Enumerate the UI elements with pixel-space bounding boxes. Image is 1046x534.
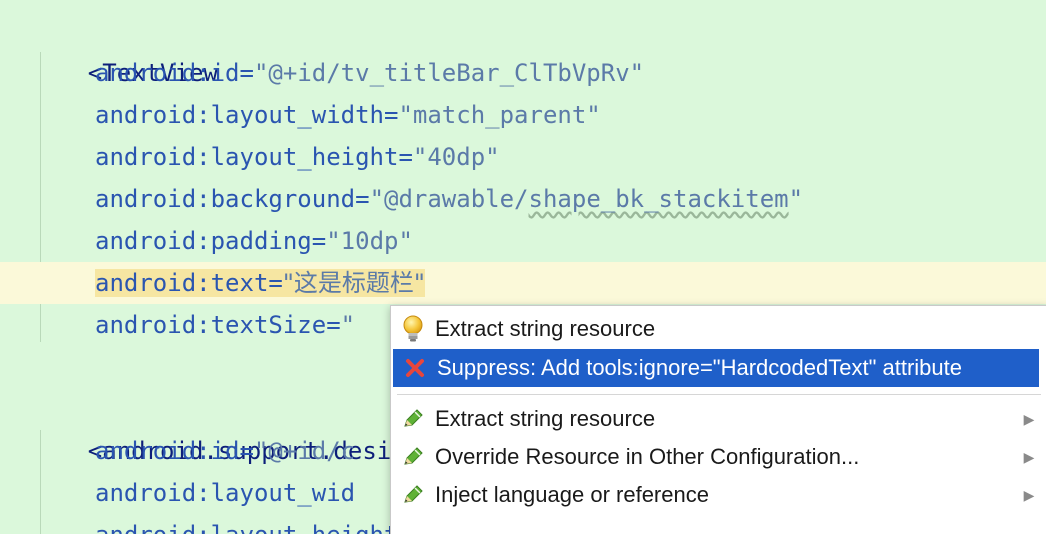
attr-equals: =	[355, 185, 370, 213]
lightbulb-icon	[391, 310, 435, 348]
code-line[interactable]: <TextView	[30, 10, 218, 87]
attr-namespace: android	[95, 437, 197, 465]
code-line[interactable]: android:id="@+id/tv_titleBar_ClTbVpRv"	[95, 52, 644, 94]
menu-item-label: Inject language or reference	[435, 482, 709, 507]
attr-value: "@+id/tv_titleBar_ClTbVpRv"	[253, 59, 645, 87]
code-line-current[interactable]: android:text="这是标题栏"	[95, 262, 425, 304]
pencil-icon	[391, 438, 435, 476]
attr-namespace: android	[95, 143, 197, 171]
attr-equals: =	[239, 437, 254, 465]
attr-name: layout_wid	[210, 479, 356, 507]
attr-namespace: android	[95, 269, 197, 297]
code-line[interactable]: android:background="@drawable/shape_bk_s…	[95, 178, 803, 220]
attr-value: "match_parent"	[398, 101, 601, 129]
attr-namespace: android	[95, 311, 197, 339]
attr-name: layout_width	[210, 101, 384, 129]
menu-separator	[397, 394, 1041, 395]
attr-namespace: android	[95, 185, 197, 213]
menu-item-label: Override Resource in Other Configuration…	[435, 444, 860, 469]
attr-namespace: android	[95, 227, 197, 255]
menu-item-suppress[interactable]: Suppress: Add tools:ignore="HardcodedTex…	[393, 349, 1039, 387]
attr-namespace: android	[95, 59, 197, 87]
pencil-icon	[391, 476, 435, 514]
code-editor[interactable]: <TextView android:id="@+id/tv_titleBar_C…	[0, 0, 1046, 534]
attr-value: "@+id/c	[253, 437, 356, 465]
attr-value-prefix: "@drawable/	[369, 185, 529, 213]
attr-name: id	[210, 59, 240, 87]
code-line[interactable]: android:layout_wid	[95, 472, 355, 514]
attr-name: background	[210, 185, 356, 213]
code-line[interactable]: android:id="@+id/c	[95, 430, 355, 472]
attr-equals: =	[239, 59, 254, 87]
menu-item-label: Extract string resource	[435, 406, 656, 431]
attr-name: text	[210, 269, 269, 297]
attr-equals: =	[311, 227, 327, 255]
attr-value: "10dp"	[326, 227, 413, 255]
attr-value: "40dp"	[412, 143, 500, 171]
submenu-arrow-icon: ▶	[1023, 410, 1035, 427]
submenu-arrow-icon: ▶	[1023, 448, 1035, 465]
code-line[interactable]: android:layout_width="match_parent"	[95, 94, 601, 136]
menu-item-extract-string[interactable]: Extract string resource	[391, 310, 1046, 348]
warning-highlight: android:text="这是标题栏"	[95, 269, 425, 297]
code-line[interactable]: <android.support.desig	[30, 388, 406, 465]
attr-value-suffix: "	[788, 185, 804, 213]
menu-item-extract-string-submenu[interactable]: Extract string resource ▶	[391, 400, 1046, 438]
code-line[interactable]: android:padding="10dp"	[95, 220, 413, 262]
menu-item-override-resource[interactable]: Override Resource in Other Configuration…	[391, 438, 1046, 476]
red-x-icon	[393, 349, 437, 387]
pencil-icon	[391, 400, 435, 438]
menu-item-inject-language[interactable]: Inject language or reference ▶	[391, 476, 1046, 514]
attr-equals: =	[398, 143, 413, 171]
code-line[interactable]: android:textSize="	[95, 304, 355, 346]
attr-equals: =	[268, 269, 283, 297]
attr-name: id	[210, 437, 240, 465]
menu-item-label: Extract string resource	[435, 316, 656, 341]
menu-item-label: Suppress: Add tools:ignore="HardcodedTex…	[437, 355, 962, 380]
attr-value: "	[340, 311, 356, 339]
intention-actions-popup[interactable]: Extract string resource Suppress: Add to…	[390, 305, 1046, 534]
attr-namespace: android	[95, 101, 197, 129]
attr-name: padding	[210, 227, 312, 255]
code-line[interactable]: android:layout_height="40dp"	[95, 136, 500, 178]
attr-name: layout_height	[210, 143, 399, 171]
attr-value: "这是标题栏"	[282, 269, 425, 297]
attr-equals: =	[384, 101, 399, 129]
attr-value-warning: shape_bk_stackitem	[528, 185, 789, 213]
attr-name: textSize	[210, 311, 327, 339]
submenu-arrow-icon: ▶	[1023, 486, 1035, 503]
attr-namespace: android	[95, 479, 197, 507]
attr-equals: =	[326, 311, 341, 339]
